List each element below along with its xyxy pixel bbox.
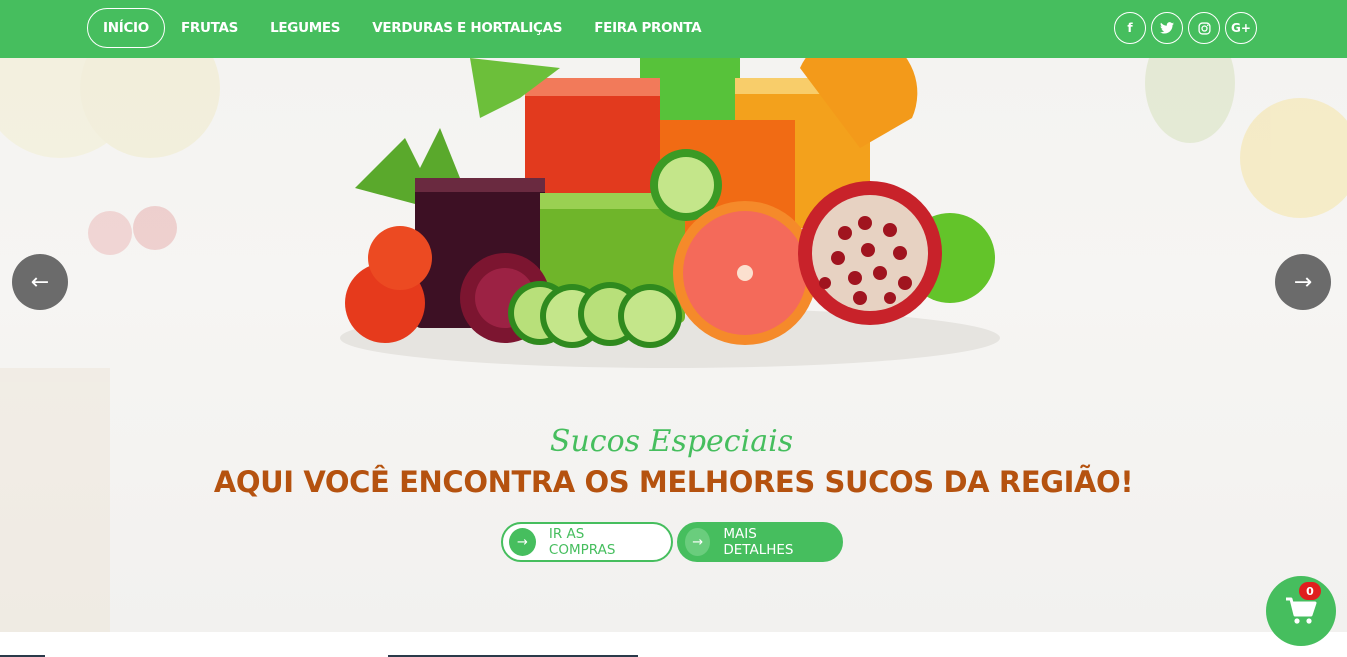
hero-caption: Sucos Especiais AQUI VOCÊ ENCONTRA OS ME… <box>0 420 1347 504</box>
social-links: f G+ <box>1114 12 1257 44</box>
nav-item-frutas[interactable]: FRUTAS <box>165 8 254 48</box>
nav-item-verduras-hortalicas[interactable]: VERDURAS E HORTALIÇAS <box>356 8 578 48</box>
more-details-button[interactable]: → MAIS DETALHES <box>677 522 843 562</box>
instagram-icon[interactable] <box>1188 12 1220 44</box>
main-menu: INÍCIO FRUTAS LEGUMES VERDURAS E HORTALI… <box>87 8 717 48</box>
hero-headline: AQUI VOCÊ ENCONTRA OS MELHORES SUCOS DA … <box>213 465 1134 499</box>
go-shopping-button[interactable]: → IR AS COMPRAS <box>501 522 673 562</box>
floating-cart-button[interactable]: 0 <box>1266 576 1336 646</box>
facebook-icon[interactable]: f <box>1114 12 1146 44</box>
top-navbar: INÍCIO FRUTAS LEGUMES VERDURAS E HORTALI… <box>0 0 1347 58</box>
slider-prev-button[interactable]: ← <box>12 254 68 310</box>
next-section-edge <box>0 632 1347 657</box>
arrow-right-icon: → <box>509 528 536 556</box>
shopping-cart-icon <box>1286 597 1317 624</box>
hero-slider: ← → Sucos Especiais AQUI VOCÊ ENCONTRA O… <box>0 58 1347 632</box>
hero-buttons: → IR AS COMPRAS → MAIS DETALHES <box>501 522 843 562</box>
slider-next-button[interactable]: → <box>1275 254 1331 310</box>
nav-item-inicio[interactable]: INÍCIO <box>87 8 165 48</box>
hero-subtitle: Sucos Especiais <box>549 424 794 459</box>
more-details-label: MAIS DETALHES <box>723 526 794 558</box>
nav-item-feira-pronta[interactable]: FEIRA PRONTA <box>578 8 717 48</box>
twitter-icon[interactable] <box>1151 12 1183 44</box>
go-shopping-label: IR AS COMPRAS <box>548 526 616 558</box>
nav-item-legumes[interactable]: LEGUMES <box>254 8 356 48</box>
google-plus-icon[interactable]: G+ <box>1225 12 1257 44</box>
cart-count-badge: 0 <box>1299 582 1321 600</box>
arrow-right-icon: → <box>685 528 711 556</box>
